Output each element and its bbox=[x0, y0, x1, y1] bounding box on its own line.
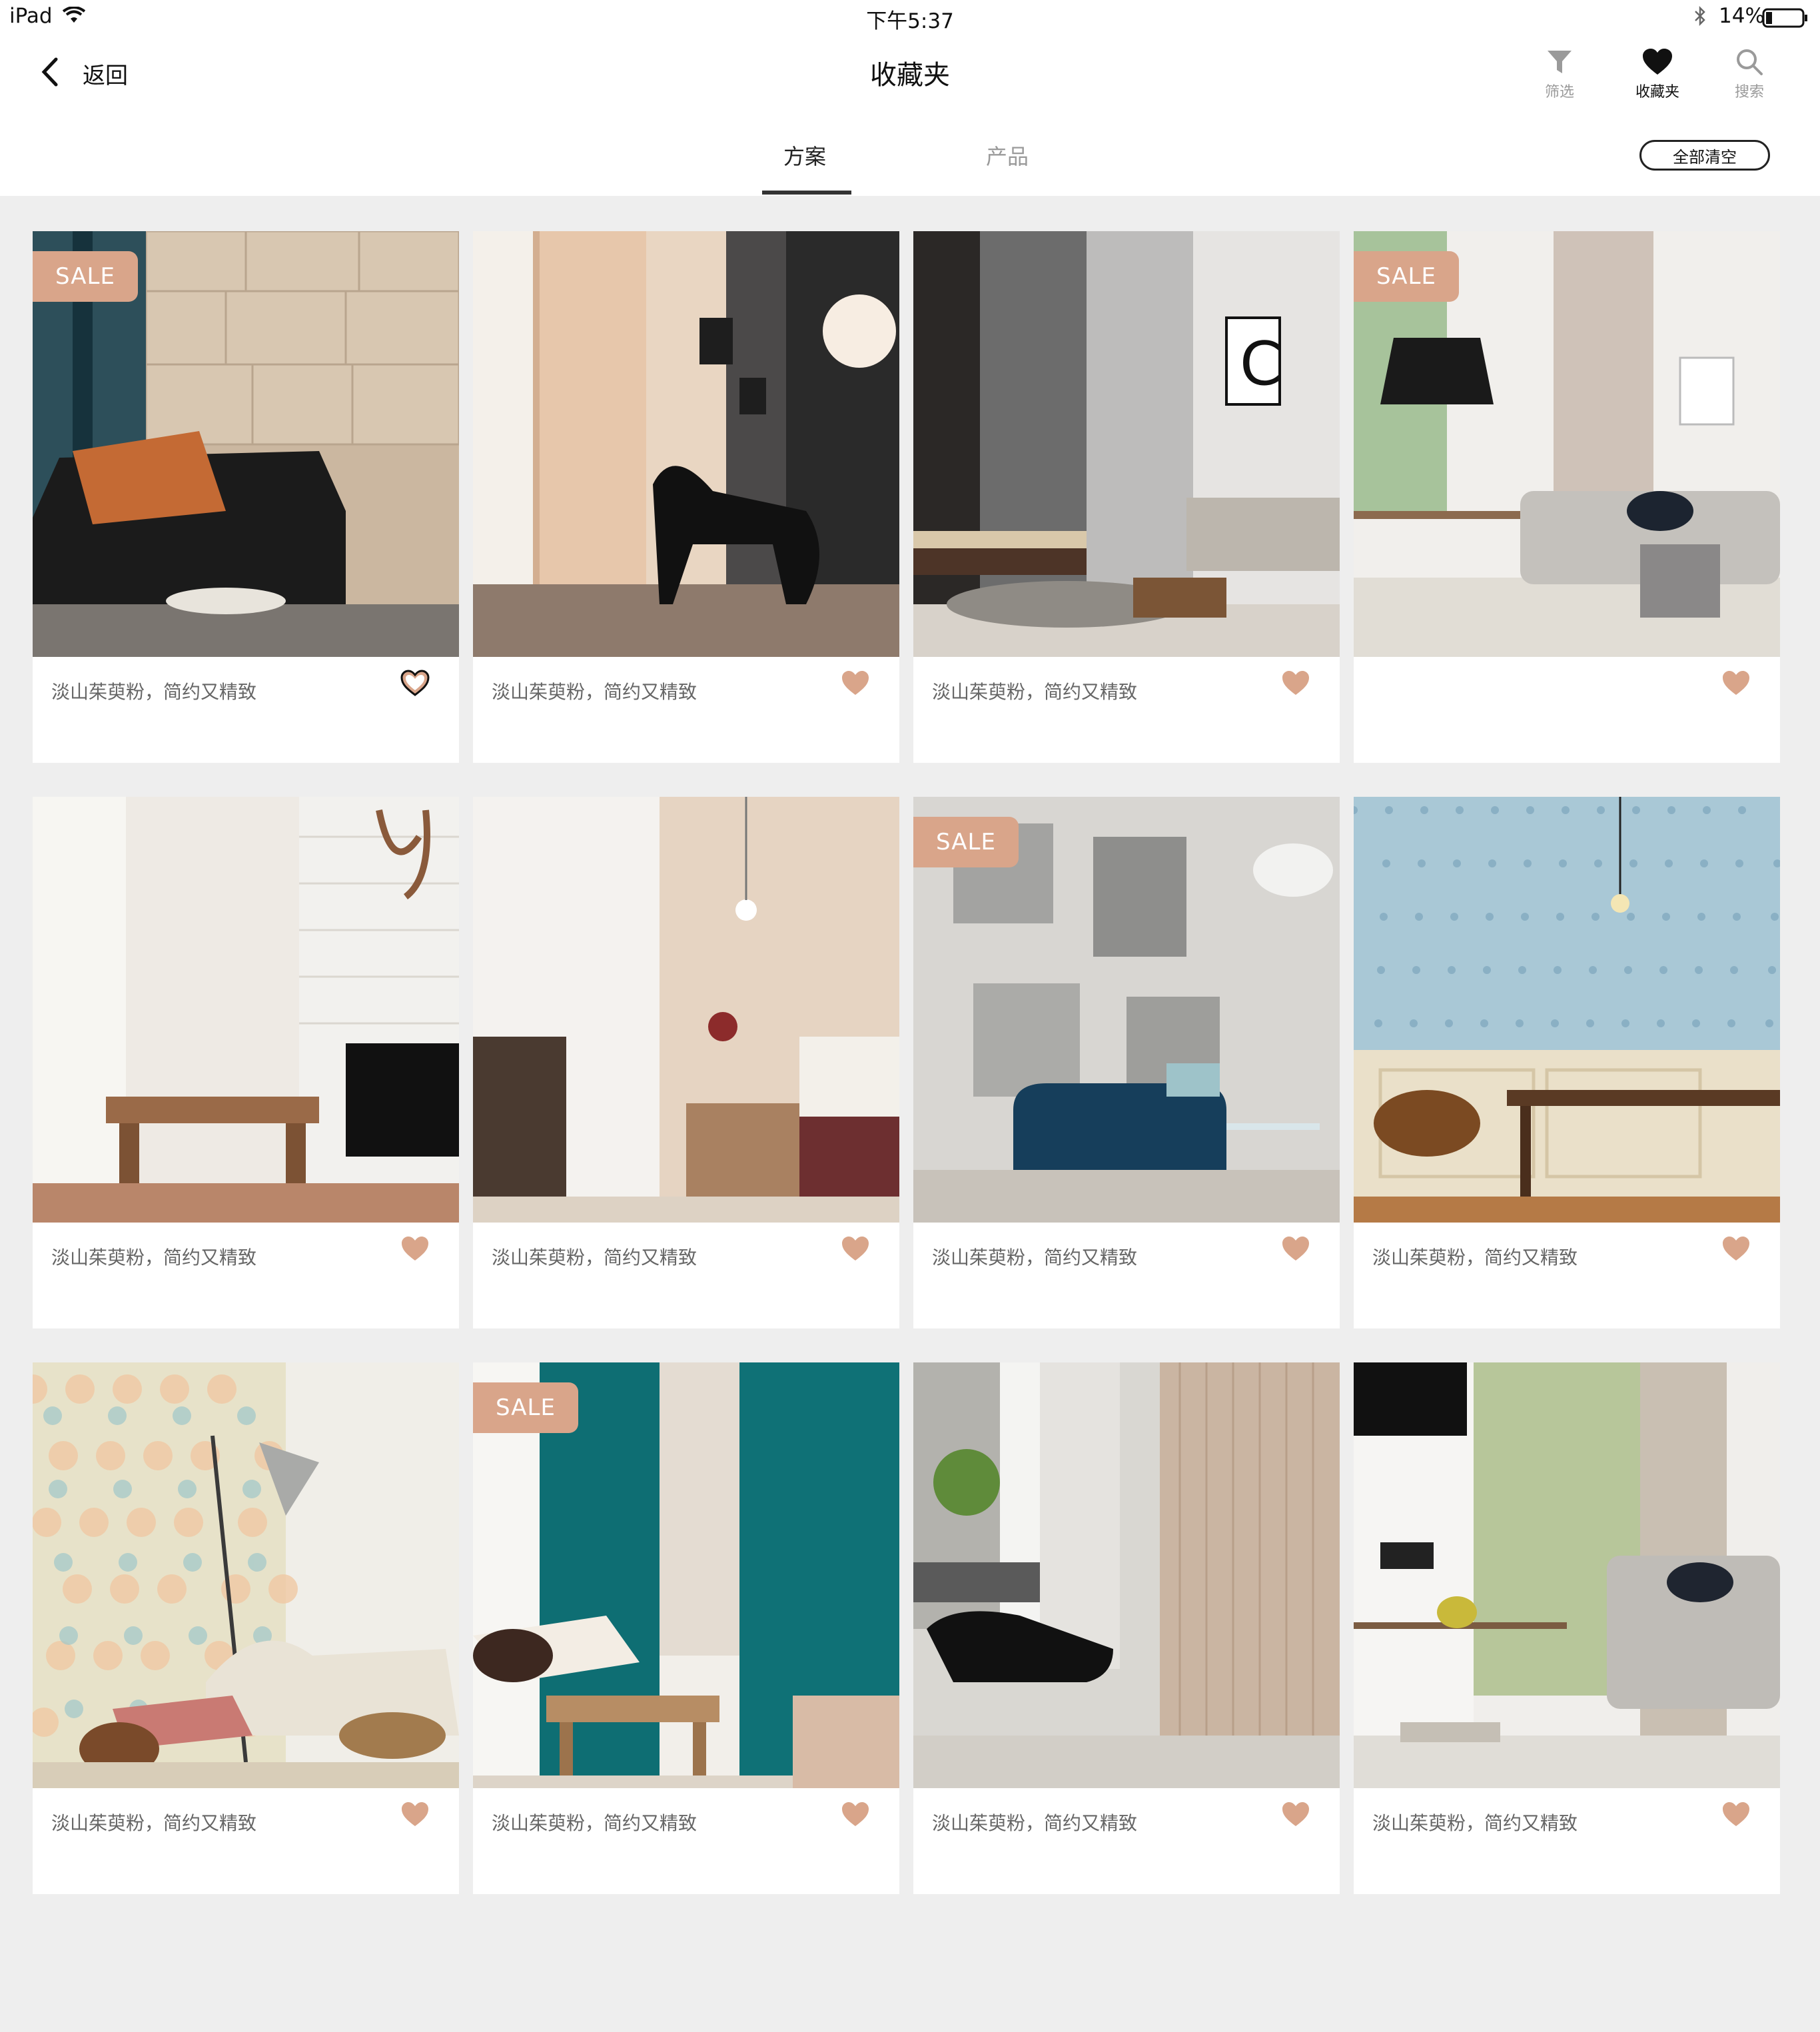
card-caption: 淡山茱萸粉，简约又精致 bbox=[51, 1812, 257, 1834]
card-image bbox=[33, 797, 459, 1223]
search-button[interactable]: 搜索 bbox=[1709, 48, 1789, 101]
heart-icon[interactable] bbox=[1721, 670, 1751, 696]
card-caption: 淡山茱萸粉，简约又精致 bbox=[932, 1812, 1138, 1834]
heart-icon[interactable] bbox=[1721, 1801, 1751, 1827]
heart-icon[interactable] bbox=[400, 670, 430, 696]
favorite-card[interactable]: C 淡山茱萸粉，简约又精致 bbox=[913, 231, 1340, 763]
favorite-card[interactable]: 淡山茱萸粉，简约又精致 bbox=[33, 797, 459, 1328]
card-image bbox=[913, 1362, 1340, 1788]
card-caption: 淡山茱萸粉，简约又精致 bbox=[1372, 1812, 1578, 1834]
filter-button[interactable]: 筛选 bbox=[1520, 48, 1599, 101]
heart-icon bbox=[1642, 49, 1673, 79]
card-image bbox=[473, 797, 899, 1223]
card-image bbox=[1354, 1362, 1780, 1788]
status-time: 下午5:37 bbox=[866, 9, 954, 33]
favorite-card[interactable]: 淡山茱萸粉，简约又精致 bbox=[473, 231, 899, 763]
bluetooth-icon bbox=[1693, 5, 1707, 29]
card-caption: 淡山茱萸粉，简约又精致 bbox=[1372, 1247, 1578, 1269]
search-label: 搜索 bbox=[1734, 84, 1764, 101]
card-caption: 淡山茱萸粉，简约又精致 bbox=[492, 1247, 697, 1269]
heart-icon[interactable] bbox=[841, 1235, 870, 1262]
filter-label: 筛选 bbox=[1544, 84, 1574, 101]
card-image bbox=[473, 231, 899, 657]
sale-badge: SALE bbox=[1354, 251, 1459, 302]
sale-badge: SALE bbox=[473, 1382, 578, 1433]
sale-badge: SALE bbox=[913, 817, 1019, 867]
heart-icon[interactable] bbox=[841, 670, 870, 696]
favorite-card[interactable]: SALE bbox=[1354, 231, 1780, 763]
heart-icon[interactable] bbox=[400, 1235, 430, 1262]
heart-icon[interactable] bbox=[841, 1801, 870, 1827]
search-icon bbox=[1735, 49, 1763, 79]
card-image bbox=[33, 1362, 459, 1788]
heart-icon[interactable] bbox=[1281, 670, 1310, 696]
battery-icon bbox=[1762, 8, 1809, 31]
favorite-card[interactable]: 淡山茱萸粉，简约又精致 bbox=[913, 1362, 1340, 1894]
heart-icon[interactable] bbox=[1281, 1801, 1310, 1827]
header: iPad 下午5:37 14% 返回 收藏夹 筛选 收藏夹 搜索 方案 产品 全… bbox=[0, 0, 1820, 196]
tab-products[interactable]: 产品 bbox=[986, 140, 1029, 171]
svg-text:C: C bbox=[1240, 329, 1282, 399]
card-caption: 淡山茱萸粉，简约又精致 bbox=[51, 1247, 257, 1269]
card-image: C bbox=[913, 231, 1340, 657]
battery-percent: 14% bbox=[1719, 4, 1765, 28]
favorite-card[interactable]: 淡山茱萸粉，简约又精致 bbox=[33, 1362, 459, 1894]
card-caption: 淡山茱萸粉，简约又精致 bbox=[932, 1247, 1138, 1269]
favorites-label: 收藏夹 bbox=[1635, 84, 1679, 101]
card-caption: 淡山茱萸粉，简约又精致 bbox=[51, 681, 257, 703]
favorite-card[interactable]: 淡山茱萸粉，简约又精致 bbox=[1354, 797, 1780, 1328]
favorite-card[interactable]: 淡山茱萸粉，简约又精致 bbox=[473, 797, 899, 1328]
heart-icon[interactable] bbox=[1721, 1235, 1751, 1262]
sale-badge: SALE bbox=[33, 251, 138, 302]
favorite-card[interactable]: SALE 淡山茱萸粉，简约又精致 bbox=[473, 1362, 899, 1894]
funnel-icon bbox=[1546, 51, 1574, 79]
card-caption: 淡山茱萸粉，简约又精致 bbox=[492, 681, 697, 703]
heart-icon[interactable] bbox=[400, 1801, 430, 1827]
favorite-card[interactable]: SALE 淡山茱萸粉，简约又精致 bbox=[33, 231, 459, 763]
card-caption: 淡山茱萸粉，简约又精致 bbox=[492, 1812, 697, 1834]
favorite-card[interactable]: 淡山茱萸粉，简约又精致 bbox=[1354, 1362, 1780, 1894]
card-caption: 淡山茱萸粉，简约又精致 bbox=[932, 681, 1138, 703]
favorite-card[interactable]: SALE 淡山茱萸粉，简约又精致 bbox=[913, 797, 1340, 1328]
heart-icon[interactable] bbox=[1281, 1235, 1310, 1262]
tab-plans[interactable]: 方案 bbox=[783, 140, 826, 171]
tab-indicator bbox=[762, 191, 851, 195]
clear-all-button[interactable]: 全部清空 bbox=[1639, 140, 1770, 171]
favorites-button[interactable]: 收藏夹 bbox=[1617, 48, 1697, 101]
card-image bbox=[1354, 797, 1780, 1223]
